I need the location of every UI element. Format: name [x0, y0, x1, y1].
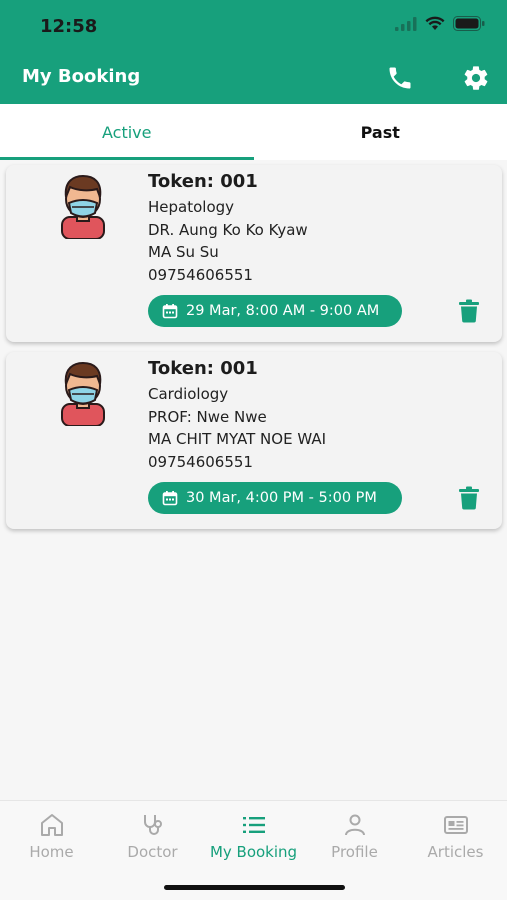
signal-icon	[395, 16, 417, 31]
booking-tabs: Active Past	[0, 104, 507, 160]
token-label: Token: 001	[148, 358, 258, 379]
department-label: Cardiology	[148, 385, 229, 403]
nav-label: Articles	[427, 843, 484, 861]
booking-info: Token: 001 Hepatology DR. Aung Ko Ko Kya…	[148, 171, 308, 286]
patient-name: MA Su Su	[148, 243, 219, 261]
time-slot-text: 30 Mar, 4:00 PM - 5:00 PM	[186, 490, 377, 506]
time-slot-pill[interactable]: 29 Mar, 8:00 AM - 9:00 AM	[148, 295, 402, 327]
page-title: My Booking	[22, 66, 141, 87]
nav-articles[interactable]: Articles	[405, 813, 506, 861]
phone-number: 09754606551	[148, 265, 253, 284]
stethoscope-icon	[143, 815, 162, 835]
phone-icon[interactable]	[386, 64, 414, 92]
nav-home[interactable]: Home	[1, 813, 102, 861]
patient-name: MA CHIT MYAT NOE WAI	[148, 430, 327, 448]
gear-icon[interactable]	[462, 64, 490, 92]
token-label: Token: 001	[148, 171, 258, 192]
nav-doctor[interactable]: Doctor	[102, 813, 203, 861]
nav-label: Doctor	[127, 843, 178, 861]
trash-icon[interactable]	[458, 299, 480, 323]
nav-my-booking[interactable]: My Booking	[203, 813, 304, 861]
time-slot-text: 29 Mar, 8:00 AM - 9:00 AM	[186, 303, 380, 319]
home-indicator[interactable]	[164, 885, 345, 890]
list-icon	[242, 817, 265, 833]
status-time: 12:58	[40, 16, 98, 37]
nav-profile[interactable]: Profile	[304, 813, 405, 861]
doctor-name: DR. Aung Ko Ko Kyaw	[148, 220, 308, 239]
nav-label: My Booking	[209, 843, 298, 861]
doctor-name: PROF: Nwe Nwe	[148, 407, 267, 426]
nav-label: Home	[29, 843, 74, 861]
masked-avatar-icon	[61, 361, 105, 426]
booking-card[interactable]: Token: 001 Hepatology DR. Aung Ko Ko Kya…	[6, 165, 502, 342]
booking-card[interactable]: Token: 001 Cardiology PROF: Nwe Nwe MA C…	[6, 352, 502, 529]
calendar-icon	[162, 491, 178, 506]
person-icon	[344, 814, 365, 836]
newspaper-icon	[443, 816, 468, 834]
time-slot-pill[interactable]: 30 Mar, 4:00 PM - 5:00 PM	[148, 482, 402, 514]
tab-past[interactable]: Past	[254, 104, 507, 160]
nav-label: Profile	[331, 843, 378, 861]
wifi-icon	[425, 16, 445, 30]
department-label: Hepatology	[148, 198, 235, 216]
app-header: 12:58 My Booking	[0, 0, 507, 104]
calendar-icon	[162, 304, 178, 319]
tab-active[interactable]: Active	[0, 104, 254, 160]
home-icon	[40, 814, 63, 836]
booking-info: Token: 001 Cardiology PROF: Nwe Nwe MA C…	[148, 358, 326, 473]
status-icons	[395, 16, 485, 31]
masked-avatar-icon	[61, 174, 105, 239]
trash-icon[interactable]	[458, 486, 480, 510]
battery-icon	[453, 16, 485, 31]
phone-number: 09754606551	[148, 452, 253, 471]
